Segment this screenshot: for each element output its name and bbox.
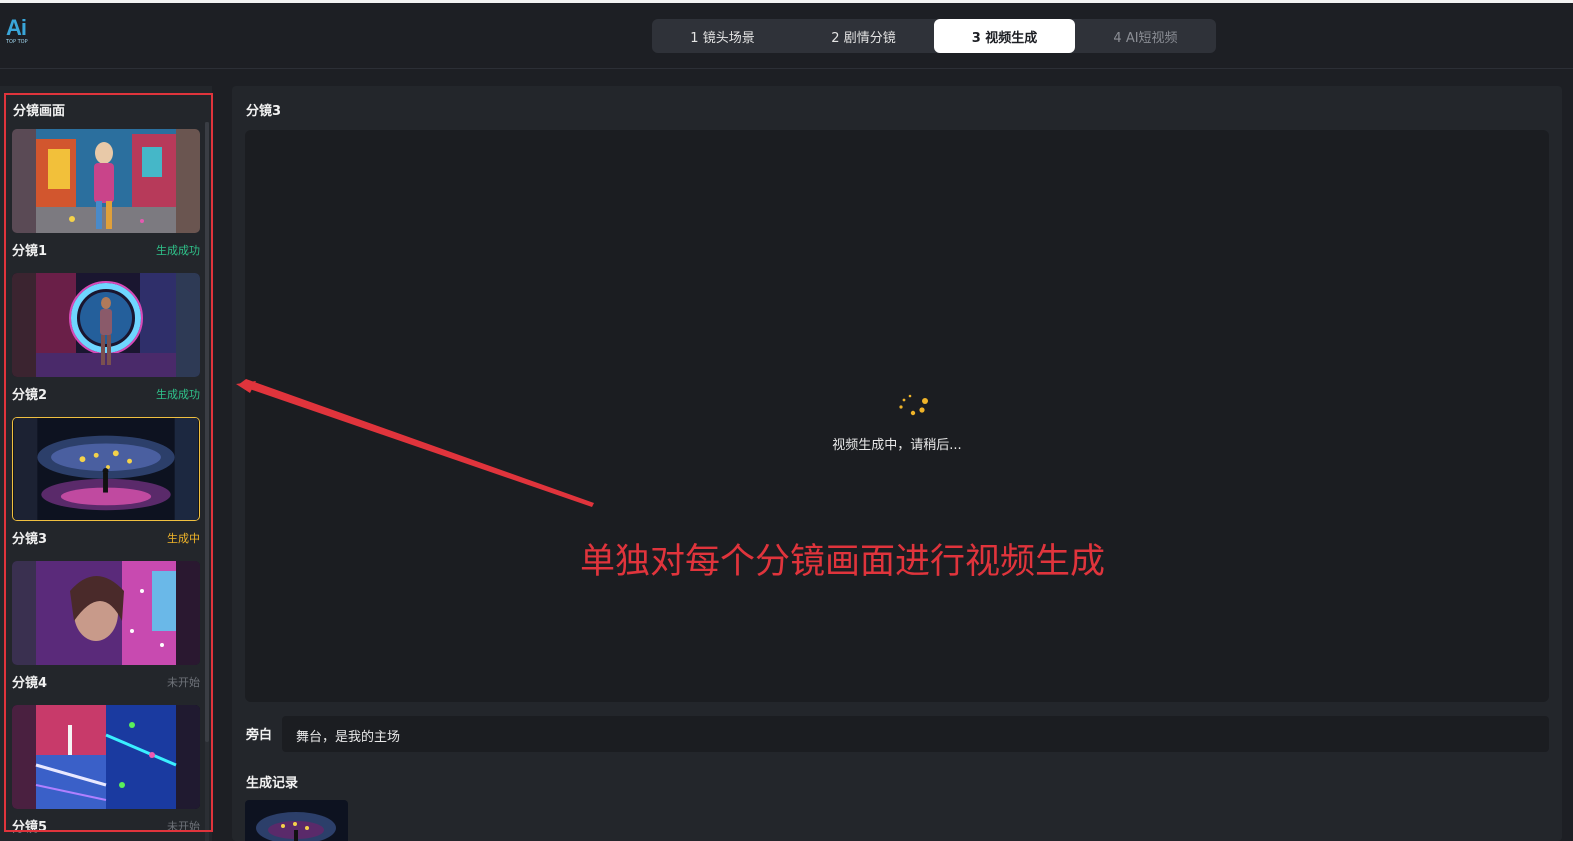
narration-field[interactable]: 舞台，是我的主场 (282, 716, 1549, 752)
neon-portal-image (12, 273, 200, 377)
storyboard-sidebar: 分镜画面 分镜1 生成成功 分镜2 生成成功 分镜3 生成中 分镜4 未开始 分… (0, 86, 212, 841)
street-art-image (12, 129, 200, 233)
stage-image (13, 418, 199, 520)
shot-label-5: 分镜5 (12, 820, 48, 835)
annotation-text: 单独对每个分镜画面进行视频生成 (580, 542, 1106, 582)
shot-thumbnail-1[interactable] (12, 129, 200, 233)
logo-subtext: TOP TOP (6, 39, 28, 45)
shot-status-4: 未开始 (167, 676, 200, 689)
step-tab-3[interactable]: 3 视频生成 (934, 19, 1075, 53)
app-logo[interactable]: Ai TOP TOP (6, 17, 36, 53)
shot-label-3: 分镜3 (12, 532, 48, 547)
step-tab-4[interactable]: 4 AI短视频 (1075, 19, 1216, 53)
shot-item-3[interactable]: 分镜3 生成中 (12, 417, 200, 547)
step-tab-1[interactable]: 1 镜头场景 (652, 19, 793, 53)
shot-item-2[interactable]: 分镜2 生成成功 (12, 273, 200, 403)
portrait-image (12, 561, 200, 665)
shot-status-3: 生成中 (167, 532, 200, 545)
concert-lights-image (12, 705, 200, 809)
logo-mark: Ai (6, 15, 27, 40)
step-tab-2[interactable]: 2 剧情分镜 (793, 19, 934, 53)
panel-title: 分镜3 (246, 104, 282, 119)
history-thumbnail[interactable] (245, 800, 348, 841)
shot-label-2: 分镜2 (12, 388, 48, 403)
shot-status-1: 生成成功 (156, 244, 200, 257)
shot-label-4: 分镜4 (12, 676, 48, 691)
history-title: 生成记录 (246, 776, 299, 791)
shot-item-1[interactable]: 分镜1 生成成功 (12, 129, 200, 259)
sidebar-scrollbar[interactable] (205, 122, 209, 742)
step-tabs: 1 镜头场景 2 剧情分镜 3 视频生成 4 AI短视频 (652, 19, 1216, 53)
sidebar-title: 分镜画面 (13, 104, 66, 119)
loading-text: 视频生成中，请稍后... (832, 438, 962, 453)
shot-status-5: 未开始 (167, 820, 200, 833)
header: Ai TOP TOP 1 镜头场景 2 剧情分镜 3 视频生成 4 AI短视频 (0, 3, 1573, 69)
shot-item-4[interactable]: 分镜4 未开始 (12, 561, 200, 691)
shot-thumbnail-3[interactable] (12, 417, 200, 521)
annotation-arrow-icon (236, 379, 594, 507)
shot-thumbnail-5[interactable] (12, 705, 200, 809)
shot-label-1: 分镜1 (12, 244, 48, 259)
shot-item-5[interactable]: 分镜5 未开始 (12, 705, 200, 835)
narration-label: 旁白 (246, 728, 273, 743)
shot-thumbnail-4[interactable] (12, 561, 200, 665)
shot-thumbnail-2[interactable] (12, 273, 200, 377)
shot-status-2: 生成成功 (156, 388, 200, 401)
loading-spinner-icon (899, 394, 928, 416)
stage-image (245, 800, 348, 841)
